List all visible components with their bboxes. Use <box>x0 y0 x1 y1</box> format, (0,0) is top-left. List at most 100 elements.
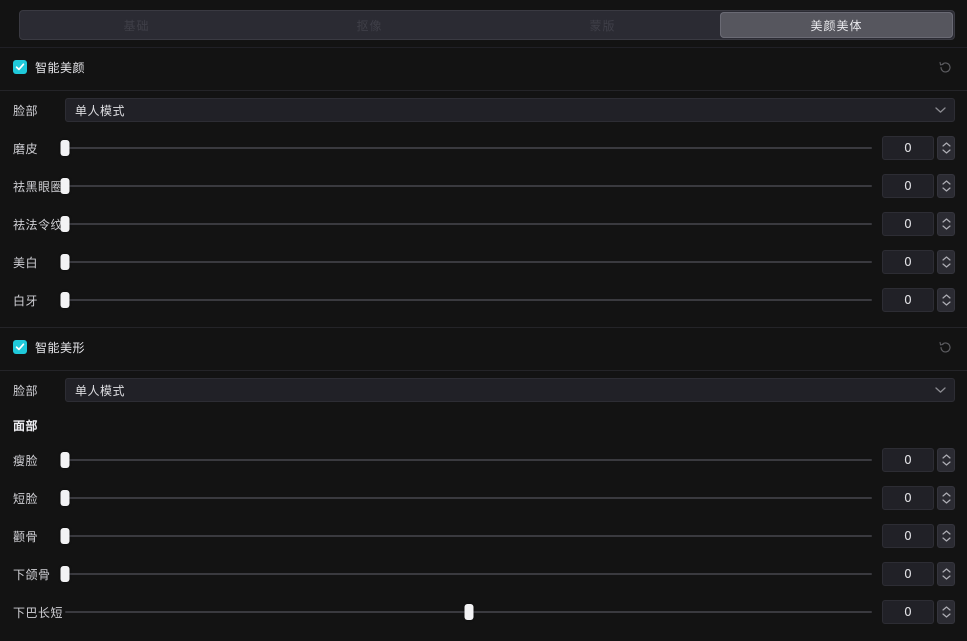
slider-smart-reshape-3[interactable] <box>60 562 872 586</box>
slider-smart-reshape-4[interactable] <box>65 600 872 624</box>
chevron-down-glyph <box>941 149 951 154</box>
value-input[interactable]: 0 <box>882 562 934 586</box>
slider-handle[interactable] <box>60 528 70 544</box>
chevron-up-glyph <box>941 180 951 185</box>
slider-smart-reshape-1[interactable] <box>60 486 872 510</box>
slider-smart-beauty-0[interactable] <box>60 136 872 160</box>
slider-track <box>65 299 872 301</box>
check-glyph <box>15 63 25 71</box>
value-stepper: 0 <box>882 212 955 236</box>
slider-handle[interactable] <box>60 178 70 194</box>
checkbox-smart-reshape[interactable] <box>13 340 27 354</box>
chevron-down-glyph <box>941 461 951 466</box>
tab-3[interactable]: 美颜美体 <box>720 12 953 38</box>
value-stepper: 0 <box>882 250 955 274</box>
slider-row: 下颌骨 0 <box>0 555 967 593</box>
chevron-down-icon <box>935 107 946 114</box>
slider-track <box>65 261 872 263</box>
face-mode-select-value: 单人模式 <box>75 383 126 398</box>
slider-handle[interactable] <box>60 490 70 506</box>
value-input[interactable]: 0 <box>882 448 934 472</box>
chevron-up-glyph <box>941 256 951 261</box>
stepper-buttons[interactable] <box>937 212 955 236</box>
mode-row-label: 脸部 <box>13 103 39 118</box>
value-input[interactable]: 0 <box>882 212 934 236</box>
subsection-heading-smart-reshape: 面部 <box>13 418 39 433</box>
slider-row: 颧骨 0 <box>0 517 967 555</box>
slider-handle[interactable] <box>60 292 70 308</box>
slider-handle[interactable] <box>60 216 70 232</box>
slider-label: 颧骨 <box>13 529 39 544</box>
slider-row: 磨皮 0 <box>0 129 967 167</box>
stepper-buttons[interactable] <box>937 250 955 274</box>
slider-row: 美白 0 <box>0 243 967 281</box>
slider-row: 祛黑眼圈 0 <box>0 167 967 205</box>
reset-arrow-glyph <box>939 341 951 353</box>
slider-handle[interactable] <box>60 140 70 156</box>
slider-row: 下巴长短 0 <box>0 593 967 631</box>
slider-smart-beauty-4[interactable] <box>60 288 872 312</box>
checkbox-smart-beauty[interactable] <box>13 60 27 74</box>
tab-1[interactable]: 抠像 <box>253 11 486 39</box>
reset-icon-smart-reshape[interactable] <box>935 337 955 357</box>
value-input[interactable]: 0 <box>882 136 934 160</box>
chevron-up-glyph <box>941 142 951 147</box>
slider-smart-beauty-2[interactable] <box>60 212 872 236</box>
slider-track <box>65 573 872 575</box>
value-input[interactable]: 0 <box>882 524 934 548</box>
stepper-buttons[interactable] <box>937 174 955 198</box>
stepper-buttons[interactable] <box>937 448 955 472</box>
value-stepper: 0 <box>882 448 955 472</box>
face-mode-select-smart-beauty[interactable]: 单人模式 <box>65 98 955 122</box>
slider-handle[interactable] <box>60 452 70 468</box>
slider-track <box>65 459 872 461</box>
slider-row: 短脸 0 <box>0 479 967 517</box>
slider-handle[interactable] <box>60 566 70 582</box>
slider-handle[interactable] <box>60 254 70 270</box>
face-mode-select-smart-reshape[interactable]: 单人模式 <box>65 378 955 402</box>
value-input[interactable]: 0 <box>882 174 934 198</box>
beauty-settings-panel: 基础 抠像 蒙版 美颜美体 智能美颜 脸部 单人模式 磨皮 0 祛黑眼圈 0 祛法令纹 0 美白 0 白牙 0… <box>0 0 967 641</box>
tab-0[interactable]: 基础 <box>20 11 253 39</box>
chevron-up-glyph <box>941 294 951 299</box>
section-title-smart-reshape: 智能美形 <box>35 340 86 355</box>
chevron-down-glyph <box>941 225 951 230</box>
slider-label: 短脸 <box>13 491 39 506</box>
chevron-down-glyph <box>941 499 951 504</box>
slider-smart-reshape-0[interactable] <box>60 448 872 472</box>
slider-smart-beauty-1[interactable] <box>60 174 872 198</box>
value-stepper: 0 <box>882 174 955 198</box>
chevron-up-glyph <box>941 454 951 459</box>
reset-icon-smart-beauty[interactable] <box>935 57 955 77</box>
chevron-down-glyph <box>941 537 951 542</box>
slider-handle[interactable] <box>464 604 473 620</box>
value-stepper: 0 <box>882 562 955 586</box>
slider-label: 美白 <box>13 255 39 270</box>
slider-label: 祛黑眼圈 <box>13 179 64 194</box>
reset-arrow-glyph <box>939 61 951 73</box>
chevron-down-glyph <box>935 387 946 393</box>
slider-label: 祛法令纹 <box>13 217 64 232</box>
stepper-buttons[interactable] <box>937 600 955 624</box>
stepper-buttons[interactable] <box>937 524 955 548</box>
value-input[interactable]: 0 <box>882 288 934 312</box>
section-header-smart-reshape: 智能美形 <box>0 328 967 366</box>
tab-2[interactable]: 蒙版 <box>486 11 719 39</box>
slider-smart-beauty-3[interactable] <box>60 250 872 274</box>
stepper-buttons[interactable] <box>937 562 955 586</box>
value-input[interactable]: 0 <box>882 250 934 274</box>
stepper-buttons[interactable] <box>937 136 955 160</box>
slider-smart-reshape-2[interactable] <box>60 524 872 548</box>
value-stepper: 0 <box>882 486 955 510</box>
stepper-buttons[interactable] <box>937 288 955 312</box>
value-input[interactable]: 0 <box>882 600 934 624</box>
value-stepper: 0 <box>882 288 955 312</box>
stepper-buttons[interactable] <box>937 486 955 510</box>
slider-track <box>65 147 872 149</box>
slider-row: 祛法令纹 0 <box>0 205 967 243</box>
slider-track <box>65 185 872 187</box>
slider-label: 白牙 <box>13 293 39 308</box>
chevron-up-glyph <box>941 606 951 611</box>
chevron-down-glyph <box>941 301 951 306</box>
value-input[interactable]: 0 <box>882 486 934 510</box>
